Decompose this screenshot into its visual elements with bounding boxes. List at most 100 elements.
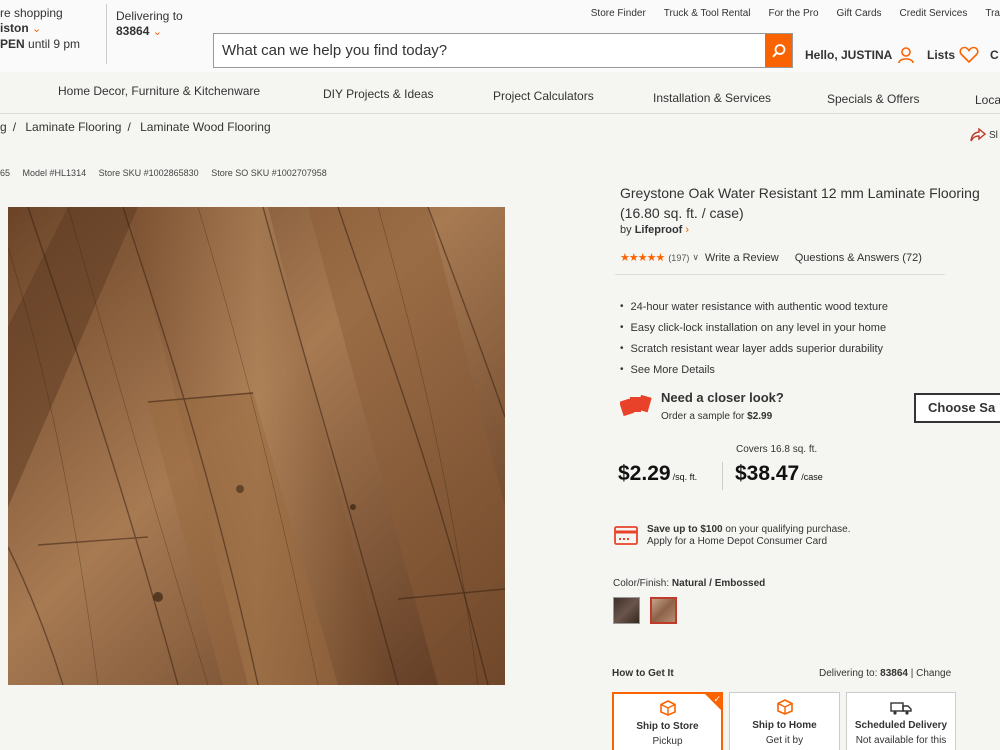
sample-price: $2.99 <box>747 411 773 422</box>
price-case-unit: /case <box>801 472 823 482</box>
questions-answers-link[interactable]: Questions & Answers (72) <box>795 252 922 264</box>
lists-label: Lists <box>927 48 956 62</box>
share-button[interactable]: Sl <box>970 128 998 142</box>
swatch-dark[interactable] <box>613 597 640 624</box>
credit-services-link[interactable]: Credit Services <box>900 8 968 19</box>
user-icon <box>898 47 915 64</box>
breadcrumb: g / Laminate Flooring / Laminate Wood Floo… <box>0 120 271 134</box>
box-icon <box>659 700 676 716</box>
choose-sample-button[interactable]: Choose Sa <box>914 393 1000 423</box>
write-review-link[interactable]: Write a Review <box>705 252 779 264</box>
main-nav: Home Decor, Furniture & Kitchenware DIY … <box>0 80 1000 112</box>
account-menu[interactable]: Hello, JUSTINA <box>805 46 915 64</box>
card-save-prefix: Save up to <box>647 524 701 535</box>
store-sku: Store SKU #1002865830 <box>98 168 199 178</box>
ship-to-store-option[interactable]: ✓ Ship to Store Pickup <box>612 692 723 750</box>
search-bar <box>213 33 793 68</box>
scheduled-delivery-option[interactable]: Scheduled Delivery Not available for thi… <box>846 692 956 750</box>
product-ids: 65 Model #HL1314 Store SKU #1002865830 S… <box>0 168 337 178</box>
laminate-wood-photo <box>8 207 505 685</box>
price-per-sqft: $2.29/sq. ft. <box>618 462 697 486</box>
truck-tool-rental-link[interactable]: Truck & Tool Rental <box>664 8 751 19</box>
store-status: PEN <box>0 37 25 51</box>
divider <box>106 4 107 64</box>
ship-to-home-option[interactable]: Ship to Home Get it by <box>729 692 840 750</box>
nav-local-partial[interactable]: Loca <box>975 93 1000 107</box>
feature-bullets: 24-hour water resistance with authentic … <box>620 296 888 380</box>
product-title: Greystone Oak Water Resistant 12 mm Lami… <box>620 185 980 221</box>
card-save-suffix: on your qualifying purchase. <box>722 524 851 535</box>
store-name: iston <box>0 21 29 35</box>
product-image[interactable] <box>8 207 505 685</box>
nav-specials-offers[interactable]: Specials & Offers <box>827 92 919 106</box>
color-finish-label: Color/Finish: Natural / Embossed <box>613 578 765 589</box>
search-input[interactable] <box>214 34 766 67</box>
site-header: re shopping iston ⌄ PEN until 9 pm Deliv… <box>0 0 1000 72</box>
delivering-zip: 83864 <box>880 668 908 679</box>
share-label: Sl <box>989 129 998 141</box>
price-sqft-unit: /sq. ft. <box>672 472 698 482</box>
delivery-zip-selector[interactable]: Delivering to 83864 ⌄ <box>116 9 183 40</box>
store-shopping-label: re shopping <box>0 6 63 20</box>
nav-project-calculators[interactable]: Project Calculators <box>493 89 594 103</box>
store-hours: until 9 pm <box>24 37 81 51</box>
chevron-right-icon: › <box>685 224 690 236</box>
change-zip-link[interactable]: | Change <box>911 668 951 679</box>
divider <box>615 274 945 275</box>
color-value: Natural / Embossed <box>671 578 766 589</box>
breadcrumb-item[interactable]: Laminate Flooring <box>25 120 121 134</box>
nav-divider <box>0 113 1000 114</box>
nav-home-decor[interactable]: Home Decor, Furniture & Kitchenware <box>58 84 260 98</box>
price-case-amount: $38.47 <box>735 462 800 485</box>
card-offer[interactable]: Save up to $100 on your qualifying purch… <box>647 524 850 548</box>
breadcrumb-item[interactable]: g <box>0 120 7 134</box>
chevron-down-icon: ⌄ <box>32 23 42 35</box>
credit-card-icon <box>614 526 638 545</box>
fulfillment-sub: Pickup <box>652 736 683 747</box>
rating-row: ★★★★★ (197) ∨ Write a Review Questions &… <box>620 251 922 265</box>
model-number: Model #HL1314 <box>22 168 87 178</box>
nav-diy-projects[interactable]: DIY Projects & Ideas <box>323 87 434 101</box>
brand-link[interactable]: by Lifeproof › <box>620 224 689 236</box>
fulfillment-sub: Get it by <box>765 735 804 746</box>
share-icon <box>970 128 986 142</box>
delivering-to-label: Delivering to: <box>819 668 881 679</box>
feature-bullet: Scratch resistant wear layer adds superi… <box>620 338 888 359</box>
chevron-down-icon[interactable]: ∨ <box>692 252 699 263</box>
search-button[interactable] <box>765 34 792 67</box>
coverage-text: Covers 16.8 sq. ft. <box>736 444 818 455</box>
search-icon <box>771 43 785 57</box>
for-the-pro-link[interactable]: For the Pro <box>769 8 819 19</box>
lists-link[interactable]: Lists <box>927 46 979 64</box>
store-finder-link[interactable]: Store Finder <box>591 8 646 19</box>
color-label-text: Color/Finish: <box>613 578 672 589</box>
card-apply-link[interactable]: Apply for a Home Depot Consumer Card <box>647 536 850 548</box>
divider <box>722 462 723 490</box>
greeting: Hello, JUSTINA <box>805 48 893 62</box>
brand-prefix: by <box>620 224 635 236</box>
review-count[interactable]: (197) <box>668 253 689 263</box>
star-rating[interactable]: ★★★★★ <box>620 251 665 264</box>
cart-link[interactable]: C <box>990 48 999 62</box>
feature-bullet: 24-hour water resistance with authentic … <box>620 296 888 317</box>
utility-links: Store Finder Truck & Tool Rental For the… <box>591 8 1000 19</box>
checkmark-icon: ✓ <box>713 694 721 704</box>
price-per-case: $38.47/case <box>735 462 823 486</box>
price-sqft-amount: $2.29 <box>618 462 671 485</box>
see-more-details-link[interactable]: See More Details <box>620 359 888 380</box>
truck-icon <box>890 702 912 715</box>
store-so-sku: Store SO SKU #1002707958 <box>211 168 327 178</box>
fulfillment-sub: Not available for this <box>855 735 947 746</box>
box-icon <box>776 699 793 715</box>
sample-heading: Need a closer look? <box>661 390 784 405</box>
delivery-zip: 83864 <box>116 24 150 38</box>
utility-link-partial[interactable]: Tra <box>985 8 1000 19</box>
breadcrumb-item[interactable]: Laminate Wood Flooring <box>140 120 271 134</box>
gift-cards-link[interactable]: Gift Cards <box>837 8 882 19</box>
swatch-natural[interactable] <box>650 597 677 624</box>
chevron-down-icon: ⌄ <box>152 26 162 38</box>
nav-installation-services[interactable]: Installation & Services <box>653 91 771 105</box>
fulfillment-title: Ship to Home <box>752 720 817 731</box>
feature-bullet: Easy click-lock installation on any leve… <box>620 317 888 338</box>
store-selector[interactable]: re shopping iston ⌄ PEN until 9 pm <box>0 6 80 52</box>
